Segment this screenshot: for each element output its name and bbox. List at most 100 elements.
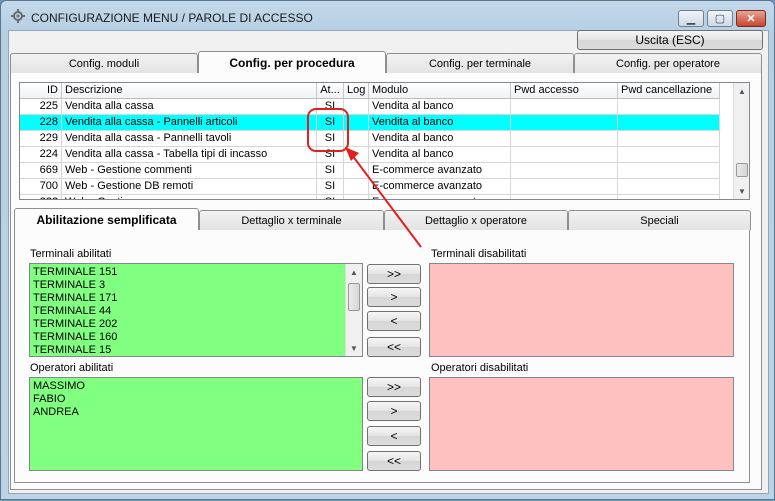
operators-move-left-button[interactable]: < [367, 426, 421, 446]
col-header-descrizione[interactable]: Descrizione [62, 83, 317, 99]
cell-pwd-accesso[interactable] [511, 131, 618, 147]
table-row[interactable]: 225 Vendita alla cassa SI Vendita al banco [20, 99, 720, 115]
cell-modulo[interactable]: Vendita al banco [369, 99, 511, 115]
col-header-pwd-accesso[interactable]: Pwd accesso [511, 83, 618, 99]
cell-log[interactable] [344, 179, 369, 195]
cell-id[interactable]: ??? [20, 195, 62, 199]
maximize-button[interactable]: ▢ [707, 10, 733, 27]
cell-pwd-accesso[interactable] [511, 195, 618, 199]
table-row[interactable]: 229 Vendita alla cassa - Pannelli tavoli S… [20, 131, 720, 147]
cell-attivo[interactable]: SI [317, 163, 344, 179]
tab-config-terminale[interactable]: Config. per terminale [386, 53, 574, 73]
list-item[interactable]: TERMINALE 202 [30, 318, 362, 331]
grid-scrollbar[interactable]: ▲ ▼ [733, 83, 749, 199]
exit-button[interactable]: Uscita (ESC) [577, 30, 763, 50]
tab-config-procedura[interactable]: Config. per procedura [198, 51, 386, 73]
cell-pwd-accesso[interactable] [511, 163, 618, 179]
terminals-scrollbar[interactable]: ▲ ▼ [345, 264, 362, 356]
cell-pwd-cancellazione[interactable] [618, 99, 720, 115]
col-header-attivo[interactable]: At... [317, 83, 344, 99]
cell-descrizione[interactable]: Vendita alla cassa - Pannelli tavoli [62, 131, 317, 147]
list-item[interactable]: MASSIMO [30, 380, 362, 393]
cell-modulo[interactable]: Vendita al banco [369, 131, 511, 147]
cell-log[interactable] [344, 195, 369, 199]
minimize-button[interactable]: ▁ [678, 10, 704, 27]
cell-log[interactable] [344, 115, 369, 131]
cell-pwd-accesso[interactable] [511, 179, 618, 195]
arrow-down-icon[interactable]: ▼ [346, 340, 362, 356]
cell-descrizione[interactable]: Vendita alla cassa - Tabella tipi di inc… [62, 147, 317, 163]
cell-descrizione[interactable]: Vendita alla cassa [62, 99, 317, 115]
subtab-abilitazione-semplificata[interactable]: Abilitazione semplificata [14, 208, 199, 230]
list-item[interactable]: ANDREA [30, 406, 362, 419]
table-row[interactable]: ???Web - Gestione...SI E-commerce avanzat… [20, 195, 720, 199]
cell-modulo[interactable]: E-commerce avanzato [369, 163, 511, 179]
operators-move-right-button[interactable]: > [367, 401, 421, 421]
cell-id[interactable]: 228 [20, 115, 62, 131]
cell-id[interactable]: 700 [20, 179, 62, 195]
cell-attivo[interactable]: SI [317, 147, 344, 163]
operators-move-all-left-button[interactable]: << [367, 451, 421, 471]
cell-attivo[interactable]: SI [317, 115, 344, 131]
terminals-move-all-left-button[interactable]: << [367, 337, 421, 357]
arrow-up-icon[interactable]: ▲ [346, 264, 362, 280]
procedure-grid[interactable]: ID Descrizione At... Log Modulo Pwd acce… [19, 82, 750, 200]
cell-descrizione[interactable]: Web - Gestione DB remoti [62, 179, 317, 195]
col-header-log[interactable]: Log [344, 83, 369, 99]
cell-pwd-cancellazione[interactable] [618, 179, 720, 195]
col-header-modulo[interactable]: Modulo [369, 83, 511, 99]
tab-config-moduli[interactable]: Config. moduli [10, 53, 198, 73]
enabled-operators-list[interactable]: MASSIMO FABIO ANDREA [29, 377, 363, 471]
tab-config-operatore[interactable]: Config. per operatore [574, 53, 762, 73]
cell-attivo[interactable]: SI [317, 179, 344, 195]
col-header-pwd-cancellazione[interactable]: Pwd cancellazione [618, 83, 720, 99]
cell-descrizione[interactable]: Web - Gestione... [62, 195, 317, 199]
list-item[interactable]: TERMINALE 160 [30, 331, 362, 344]
table-row[interactable]: 224 Vendita alla cassa - Tabella tipi di … [20, 147, 720, 163]
terminals-move-right-button[interactable]: > [367, 287, 421, 307]
cell-modulo[interactable]: Vendita al banco [369, 115, 511, 131]
subtab-speciali[interactable]: Speciali [568, 210, 751, 230]
cell-pwd-cancellazione[interactable] [618, 131, 720, 147]
enabled-terminals-list[interactable]: TERMINALE 151 TERMINALE 3 TERMINALE 171 TER… [29, 263, 363, 357]
cell-modulo[interactable]: Vendita al banco [369, 147, 511, 163]
scroll-thumb[interactable] [348, 283, 360, 311]
list-item[interactable]: TERMINALE 151 [30, 266, 362, 279]
terminals-move-left-button[interactable]: < [367, 311, 421, 331]
cell-attivo[interactable]: SI [317, 131, 344, 147]
cell-pwd-cancellazione[interactable] [618, 195, 720, 199]
operators-move-all-right-button[interactable]: >> [367, 377, 421, 397]
table-row[interactable]: 228 Vendita alla cassa - Pannelli articol… [20, 115, 720, 131]
cell-attivo[interactable]: SI [317, 195, 344, 199]
cell-id[interactable]: 224 [20, 147, 62, 163]
scroll-thumb[interactable] [736, 163, 748, 177]
list-item[interactable]: TERMINALE 15 [30, 344, 362, 356]
cell-attivo[interactable]: SI [317, 99, 344, 115]
cell-id[interactable]: 669 [20, 163, 62, 179]
arrow-down-icon[interactable]: ▼ [734, 183, 749, 199]
list-item[interactable]: TERMINALE 171 [30, 292, 362, 305]
subtab-dettaglio-terminale[interactable]: Dettaglio x terminale [199, 210, 384, 230]
cell-modulo[interactable]: E-commerce avanzato [369, 179, 511, 195]
cell-log[interactable] [344, 131, 369, 147]
cell-pwd-accesso[interactable] [511, 115, 618, 131]
list-item[interactable]: TERMINALE 3 [30, 279, 362, 292]
list-item[interactable]: TERMINALE 44 [30, 305, 362, 318]
cell-pwd-cancellazione[interactable] [618, 147, 720, 163]
col-header-id[interactable]: ID [20, 83, 62, 99]
cell-pwd-accesso[interactable] [511, 147, 618, 163]
cell-id[interactable]: 229 [20, 131, 62, 147]
close-button[interactable]: ✕ [736, 10, 766, 27]
disabled-operators-list[interactable] [429, 377, 734, 471]
disabled-terminals-list[interactable] [429, 263, 734, 357]
cell-pwd-cancellazione[interactable] [618, 163, 720, 179]
table-row[interactable]: 700 Web - Gestione DB remoti SI E-commerce … [20, 179, 720, 195]
cell-descrizione[interactable]: Web - Gestione commenti [62, 163, 317, 179]
terminals-move-all-right-button[interactable]: >> [367, 264, 421, 284]
list-item[interactable]: FABIO [30, 393, 362, 406]
cell-id[interactable]: 225 [20, 99, 62, 115]
cell-log[interactable] [344, 163, 369, 179]
table-row[interactable]: 669 Web - Gestione commenti SI E-commerce a… [20, 163, 720, 179]
arrow-up-icon[interactable]: ▲ [734, 83, 749, 99]
cell-pwd-cancellazione[interactable] [618, 115, 720, 131]
